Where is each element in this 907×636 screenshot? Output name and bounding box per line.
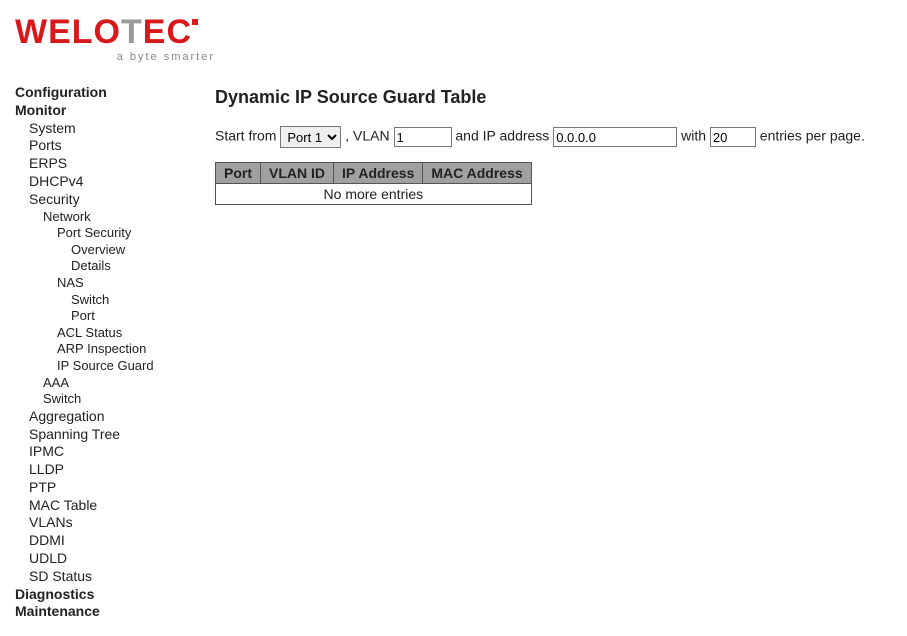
label-vlan: , VLAN: [345, 128, 389, 144]
table-row-empty: No more entries: [216, 184, 532, 205]
ip-source-guard-table: Port VLAN ID IP Address MAC Address No m…: [215, 162, 532, 205]
nav-aaa[interactable]: AAA: [43, 375, 185, 391]
nav-security-switch[interactable]: Switch: [43, 391, 185, 407]
nav-nas-switch[interactable]: Switch: [71, 292, 185, 308]
ip-input[interactable]: [553, 127, 677, 147]
logo: WeLoTec a byte smarter: [15, 15, 892, 63]
vlan-input[interactable]: [394, 127, 452, 147]
logo-text: WeLoTec: [15, 15, 892, 49]
label-start-from: Start from: [215, 128, 276, 144]
page-title: Dynamic IP Source Guard Table: [215, 87, 892, 108]
logo-subtitle: a byte smarter: [15, 51, 217, 63]
nav-ddmi[interactable]: DDMI: [29, 532, 185, 549]
port-select[interactable]: Port 1: [280, 126, 341, 148]
nav-acl-status[interactable]: ACL Status: [57, 325, 185, 341]
nav-dhcpv4[interactable]: DHCPv4: [29, 173, 185, 190]
col-mac-address: MAC Address: [423, 163, 531, 184]
nav-spanning-tree[interactable]: Spanning Tree: [29, 426, 185, 443]
table-header-row: Port VLAN ID IP Address MAC Address: [216, 163, 532, 184]
nav-ipmc[interactable]: IPMC: [29, 443, 185, 460]
nav-erps[interactable]: ERPS: [29, 155, 185, 172]
nav-lldp[interactable]: LLDP: [29, 461, 185, 478]
nav-nas-port[interactable]: Port: [71, 308, 185, 324]
main-content: Dynamic IP Source Guard Table Start from…: [215, 83, 892, 205]
label-with: with: [681, 128, 706, 144]
col-port: Port: [216, 163, 261, 184]
nav-network[interactable]: Network: [43, 209, 185, 225]
nav-nas[interactable]: NAS: [57, 275, 185, 291]
nav-details[interactable]: Details: [71, 258, 185, 274]
nav-diagnostics[interactable]: Diagnostics: [15, 586, 185, 603]
nav-aggregation[interactable]: Aggregation: [29, 408, 185, 425]
nav-system[interactable]: System: [29, 120, 185, 137]
nav-sd-status[interactable]: SD Status: [29, 568, 185, 585]
label-entries-suffix: entries per page.: [760, 128, 865, 144]
nav-ptp[interactable]: PTP: [29, 479, 185, 496]
nav-mac-table[interactable]: MAC Table: [29, 497, 185, 514]
filter-row: Start from Port 1 , VLAN and IP address …: [215, 126, 892, 148]
nav-ip-source-guard[interactable]: IP Source Guard: [57, 358, 185, 374]
col-vlan-id: VLAN ID: [261, 163, 334, 184]
nav-ports[interactable]: Ports: [29, 137, 185, 154]
nav-monitor[interactable]: Monitor: [15, 102, 185, 119]
nav-overview[interactable]: Overview: [71, 242, 185, 258]
nav-arp-inspection[interactable]: ARP Inspection: [57, 341, 185, 357]
no-entries-cell: No more entries: [216, 184, 532, 205]
col-ip-address: IP Address: [334, 163, 423, 184]
nav-configuration[interactable]: Configuration: [15, 84, 185, 101]
nav-security[interactable]: Security: [29, 191, 185, 208]
entries-input[interactable]: [710, 127, 756, 147]
nav-udld[interactable]: UDLD: [29, 550, 185, 567]
nav-maintenance[interactable]: Maintenance: [15, 603, 185, 620]
label-ip: and IP address: [455, 128, 549, 144]
nav-vlans[interactable]: VLANs: [29, 514, 185, 531]
nav-port-security[interactable]: Port Security: [57, 225, 185, 241]
sidebar: Configuration Monitor System Ports ERPS …: [15, 83, 185, 621]
